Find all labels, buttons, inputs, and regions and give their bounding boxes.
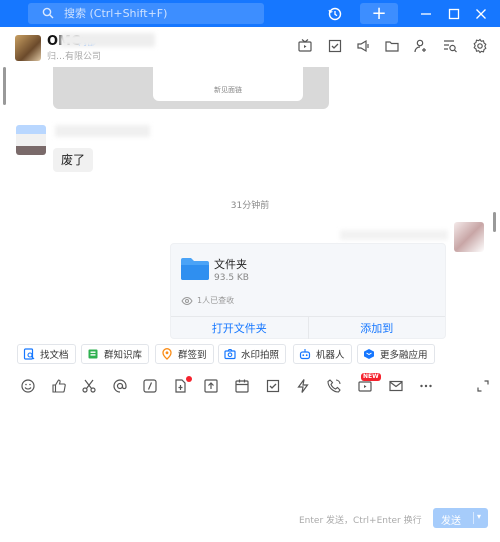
eye-icon bbox=[181, 296, 193, 306]
message-bubble[interactable]: 废了 bbox=[53, 148, 93, 172]
slash-command-icon[interactable] bbox=[142, 378, 158, 394]
screenshot-scissors-icon[interactable] bbox=[81, 378, 97, 394]
minimize-icon[interactable] bbox=[416, 4, 436, 24]
emoji-icon[interactable] bbox=[20, 378, 36, 394]
card-preview: 新见面链 bbox=[153, 67, 303, 101]
quick-app-robot[interactable]: 机器人 bbox=[293, 344, 352, 364]
more-apps-icon bbox=[364, 349, 374, 359]
message-input-area[interactable]: Enter 发送，Ctrl+Enter 换行 发送 ▾ bbox=[0, 398, 500, 542]
input-toolbar: NEW bbox=[0, 373, 500, 398]
send-options-arrow[interactable]: ▾ bbox=[477, 512, 481, 521]
knowledge-icon bbox=[88, 349, 98, 359]
folder-icon[interactable] bbox=[384, 38, 400, 54]
search-box[interactable]: 搜索 (Ctrl+Shift+F) bbox=[28, 3, 264, 24]
send-label: 发送 bbox=[441, 516, 461, 527]
thumbs-up-icon[interactable] bbox=[51, 378, 67, 394]
checkin-icon bbox=[162, 348, 172, 360]
blurred-sender-name bbox=[55, 125, 150, 137]
live-icon[interactable] bbox=[297, 38, 313, 54]
task-icon[interactable] bbox=[327, 38, 343, 54]
viewed-status[interactable]: 1人已查收 bbox=[197, 295, 234, 306]
message-list[interactable]: 新见面链 废了 31分钟前 文件夹 93.5 KB 1人已查收 打开文件夹 添加… bbox=[0, 67, 500, 339]
title-bar: 搜索 (Ctrl+Shift+F) + bbox=[0, 0, 500, 27]
quick-app-label: 群签到 bbox=[178, 350, 207, 361]
quick-app-find-doc[interactable]: 找文档 bbox=[17, 344, 76, 364]
history-icon[interactable] bbox=[325, 4, 345, 24]
add-to-button[interactable]: 添加到 bbox=[309, 317, 446, 339]
scrollbar-thumb[interactable] bbox=[3, 67, 6, 105]
quick-app-label: 群知识库 bbox=[104, 350, 143, 361]
create-plus-button[interactable]: + bbox=[360, 3, 398, 24]
notification-dot bbox=[186, 376, 192, 382]
mention-at-icon[interactable] bbox=[112, 378, 128, 394]
send-button[interactable]: 发送 ▾ bbox=[433, 508, 488, 528]
settings-icon[interactable] bbox=[472, 38, 488, 54]
search-history-icon[interactable] bbox=[442, 38, 458, 54]
open-folder-button[interactable]: 打开文件夹 bbox=[171, 317, 309, 339]
announcement-icon[interactable] bbox=[355, 38, 371, 54]
new-badge: NEW bbox=[361, 373, 381, 381]
message-text: 废了 bbox=[60, 153, 85, 167]
quick-app-knowledge[interactable]: 群知识库 bbox=[81, 344, 150, 364]
file-actions: 打开文件夹 添加到 bbox=[171, 316, 445, 339]
camera-icon bbox=[224, 348, 236, 360]
quick-app-camera[interactable]: 水印拍照 bbox=[218, 344, 287, 364]
send-hint: Enter 发送，Ctrl+Enter 换行 bbox=[299, 516, 422, 526]
timestamp: 31分钟前 bbox=[230, 201, 270, 211]
quick-app-label: 机器人 bbox=[316, 350, 345, 361]
phone-call-icon[interactable] bbox=[326, 378, 342, 394]
my-avatar[interactable] bbox=[454, 222, 484, 252]
chat-header: OMC 内部 归…有限公司 bbox=[0, 27, 500, 67]
calendar-icon[interactable] bbox=[234, 378, 250, 394]
blurred-area bbox=[60, 33, 155, 47]
expand-icon[interactable] bbox=[475, 378, 491, 394]
quick-app-label: 找文档 bbox=[40, 350, 69, 361]
lightning-icon[interactable] bbox=[295, 378, 311, 394]
blurred-my-name bbox=[340, 230, 448, 240]
mail-icon[interactable] bbox=[388, 378, 404, 394]
file-message-card[interactable]: 文件夹 93.5 KB 1人已查收 打开文件夹 添加到 bbox=[170, 243, 446, 339]
right-scrollbar[interactable] bbox=[493, 212, 496, 232]
quick-app-label: 更多融应用 bbox=[380, 350, 428, 361]
sender-avatar[interactable] bbox=[16, 125, 46, 155]
find-doc-icon bbox=[23, 348, 35, 360]
file-name: 文件夹 bbox=[214, 258, 247, 271]
quick-app-checkin[interactable]: 群签到 bbox=[155, 344, 214, 364]
search-placeholder: 搜索 (Ctrl+Shift+F) bbox=[64, 7, 168, 20]
group-avatar[interactable] bbox=[15, 35, 41, 61]
send-divider bbox=[473, 512, 474, 524]
folder-file-icon bbox=[181, 258, 209, 280]
plus-label: + bbox=[371, 2, 387, 24]
quick-app-label: 水印拍照 bbox=[241, 350, 280, 361]
file-size: 93.5 KB bbox=[214, 273, 249, 283]
search-icon bbox=[42, 7, 54, 19]
close-icon[interactable] bbox=[471, 4, 491, 24]
add-member-icon[interactable] bbox=[413, 38, 429, 54]
maximize-icon[interactable] bbox=[444, 4, 464, 24]
group-subtitle: 归…有限公司 bbox=[47, 52, 102, 62]
quick-app-more[interactable]: 更多融应用 bbox=[357, 344, 435, 364]
robot-icon bbox=[299, 349, 311, 360]
checkbox-task-icon[interactable] bbox=[265, 378, 281, 394]
upload-icon[interactable] bbox=[203, 378, 219, 394]
quick-apps-bar: 找文档 群知识库 群签到 水印拍照 机器人 更多融应用 bbox=[0, 339, 500, 369]
previous-card-message[interactable]: 新见面链 bbox=[53, 67, 329, 109]
more-icon[interactable] bbox=[418, 378, 434, 394]
card-caption: 新见面链 bbox=[214, 86, 242, 94]
